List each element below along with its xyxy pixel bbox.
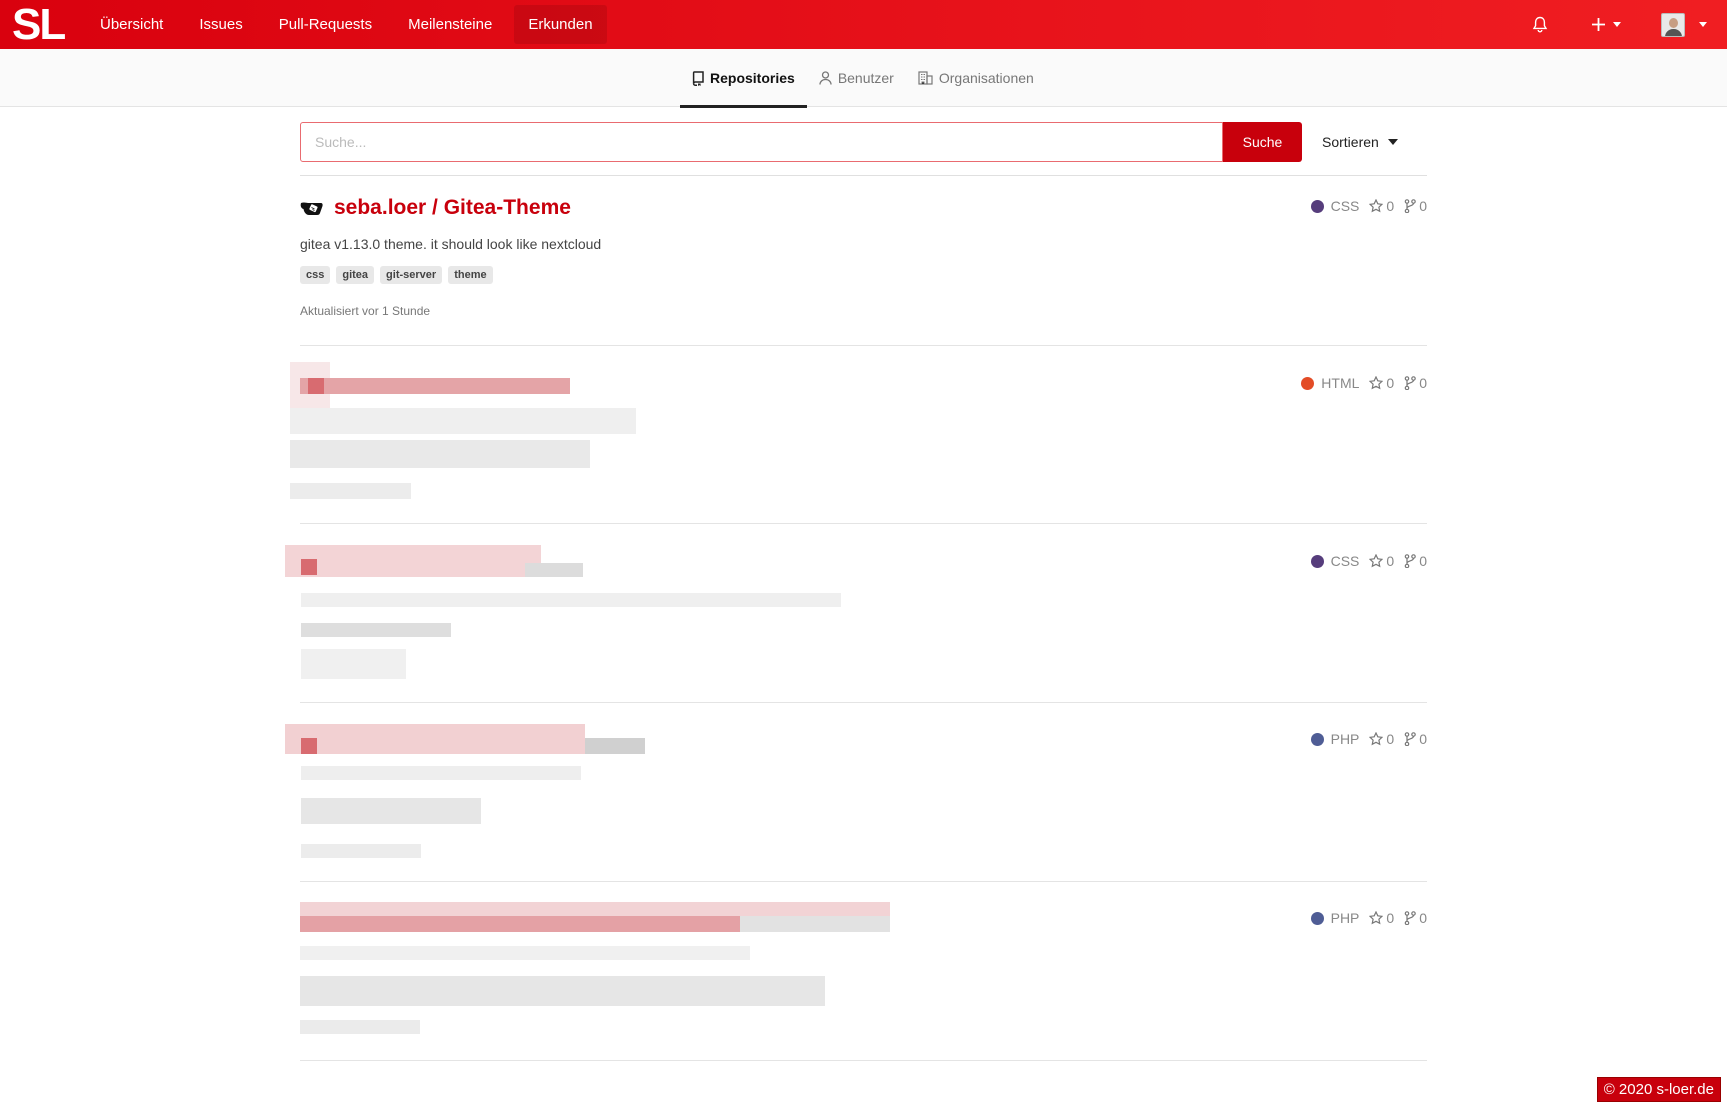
list-item: PHP 0 0 [300, 731, 1427, 751]
language-label: CSS [1330, 198, 1360, 214]
stars-value: 0 [1386, 198, 1395, 214]
repo-description: gitea v1.13.0 theme. it should look like… [300, 236, 602, 252]
repo-name-link[interactable]: seba.loer / Gitea-Theme [334, 196, 571, 220]
forks-value: 0 [1419, 731, 1427, 747]
language-color-dot [1310, 554, 1324, 568]
fork-icon [1404, 199, 1417, 213]
nav-issues[interactable]: Issues [185, 5, 256, 44]
forks-value: 0 [1419, 198, 1427, 214]
language-label: HTML [1321, 375, 1360, 391]
top-navbar: SL Übersicht Issues Pull-Requests Meilen… [0, 0, 1727, 49]
language-label: PHP [1330, 731, 1360, 747]
forks-count[interactable]: 0 [1404, 553, 1427, 569]
forks-count[interactable]: 0 [1404, 198, 1427, 214]
tab-repositories-label: Repositories [710, 70, 795, 86]
star-icon [1369, 732, 1384, 746]
list-item: seba.loer / Gitea-Theme gitea v1.13.0 th… [300, 196, 1427, 318]
divider [300, 881, 1427, 882]
stars-count[interactable]: 0 [1369, 910, 1394, 926]
language-color-dot [1310, 199, 1324, 213]
tab-organizations-label: Organisationen [938, 70, 1034, 86]
repo-stats: CSS 0 0 [1310, 553, 1427, 569]
stars-count[interactable]: 0 [1369, 731, 1394, 747]
repo-stats: PHP 0 0 [1310, 731, 1427, 747]
fork-icon [1404, 554, 1417, 568]
fork-icon [1404, 732, 1417, 746]
tab-users-label: Benutzer [837, 70, 894, 86]
tab-repositories[interactable]: Repositories [680, 49, 807, 108]
plus-icon [1592, 18, 1605, 31]
forks-value: 0 [1419, 375, 1427, 391]
updated-time: Aktualisiert vor 1 Stunde [300, 304, 431, 318]
forks-count[interactable]: 0 [1404, 910, 1427, 926]
star-icon [1369, 911, 1384, 925]
explore-tabs: Repositories Benutzer Organisationen [680, 49, 1046, 108]
repo-stats: PHP 0 0 [1310, 910, 1427, 926]
divider [300, 345, 1427, 346]
fork-icon [1404, 911, 1417, 925]
organization-icon [918, 71, 933, 85]
list-item: PHP 0 0 [300, 910, 1427, 930]
divider [300, 1060, 1427, 1061]
gitea-logo-icon [300, 202, 323, 215]
create-menu[interactable] [1592, 18, 1621, 31]
repo-icon [692, 70, 704, 86]
sort-dropdown[interactable]: Sortieren [1322, 134, 1398, 150]
search-button[interactable]: Suche [1223, 122, 1302, 162]
chevron-down-icon [1699, 22, 1707, 27]
chevron-down-icon [1387, 139, 1398, 145]
avatar [1661, 12, 1685, 37]
divider [300, 523, 1427, 524]
stars-value: 0 [1386, 553, 1395, 569]
tab-organizations[interactable]: Organisationen [906, 49, 1046, 107]
explore-subnav: Repositories Benutzer Organisationen [0, 49, 1727, 108]
navbar-right [1532, 0, 1727, 49]
divider [300, 702, 1427, 703]
nav-pull-requests[interactable]: Pull-Requests [265, 5, 386, 44]
sort-label: Sortieren [1322, 134, 1379, 150]
user-menu[interactable] [1661, 12, 1707, 37]
stars-value: 0 [1386, 731, 1395, 747]
user-icon [819, 71, 832, 85]
divider [300, 175, 1427, 176]
topic-tag[interactable]: css [300, 266, 331, 284]
star-icon [1369, 199, 1384, 213]
stars-value: 0 [1386, 910, 1395, 926]
star-icon [1369, 554, 1384, 568]
stars-count[interactable]: 0 [1369, 375, 1394, 391]
fork-icon [1404, 376, 1417, 390]
language-color-dot [1310, 911, 1324, 925]
language-color-dot [1310, 732, 1324, 746]
nav-dashboard[interactable]: Übersicht [86, 5, 177, 44]
stars-count[interactable]: 0 [1369, 553, 1394, 569]
bell-icon[interactable] [1532, 16, 1548, 33]
topic-tag[interactable]: gitea [336, 266, 375, 284]
repo-title-row[interactable]: seba.loer / Gitea-Theme [300, 196, 1427, 220]
nav-explore[interactable]: Erkunden [514, 5, 607, 44]
star-icon [1369, 376, 1384, 390]
forks-count[interactable]: 0 [1404, 731, 1427, 747]
chevron-down-icon [1613, 22, 1621, 27]
forks-value: 0 [1419, 910, 1427, 926]
tab-users[interactable]: Benutzer [807, 49, 906, 107]
list-item: CSS 0 0 [300, 553, 1427, 573]
topic-list: css gitea git-server theme [300, 266, 1427, 284]
repo-stats: CSS 0 0 [1310, 198, 1427, 214]
nav-milestones[interactable]: Meilensteine [394, 5, 506, 44]
logo[interactable]: SL [12, 0, 82, 49]
language-label: PHP [1330, 910, 1360, 926]
repo-stats: HTML 0 0 [1301, 375, 1427, 391]
search-input[interactable] [300, 122, 1223, 162]
list-item: HTML 0 0 [300, 375, 1427, 395]
language-color-dot [1301, 376, 1315, 390]
forks-count[interactable]: 0 [1404, 375, 1427, 391]
forks-value: 0 [1419, 553, 1427, 569]
stars-count[interactable]: 0 [1369, 198, 1394, 214]
topic-tag[interactable]: git-server [380, 266, 443, 284]
language-label: CSS [1330, 553, 1360, 569]
stars-value: 0 [1386, 375, 1395, 391]
copyright-footer: © 2020 s-loer.de [1596, 1077, 1721, 1102]
topic-tag[interactable]: theme [448, 266, 493, 284]
